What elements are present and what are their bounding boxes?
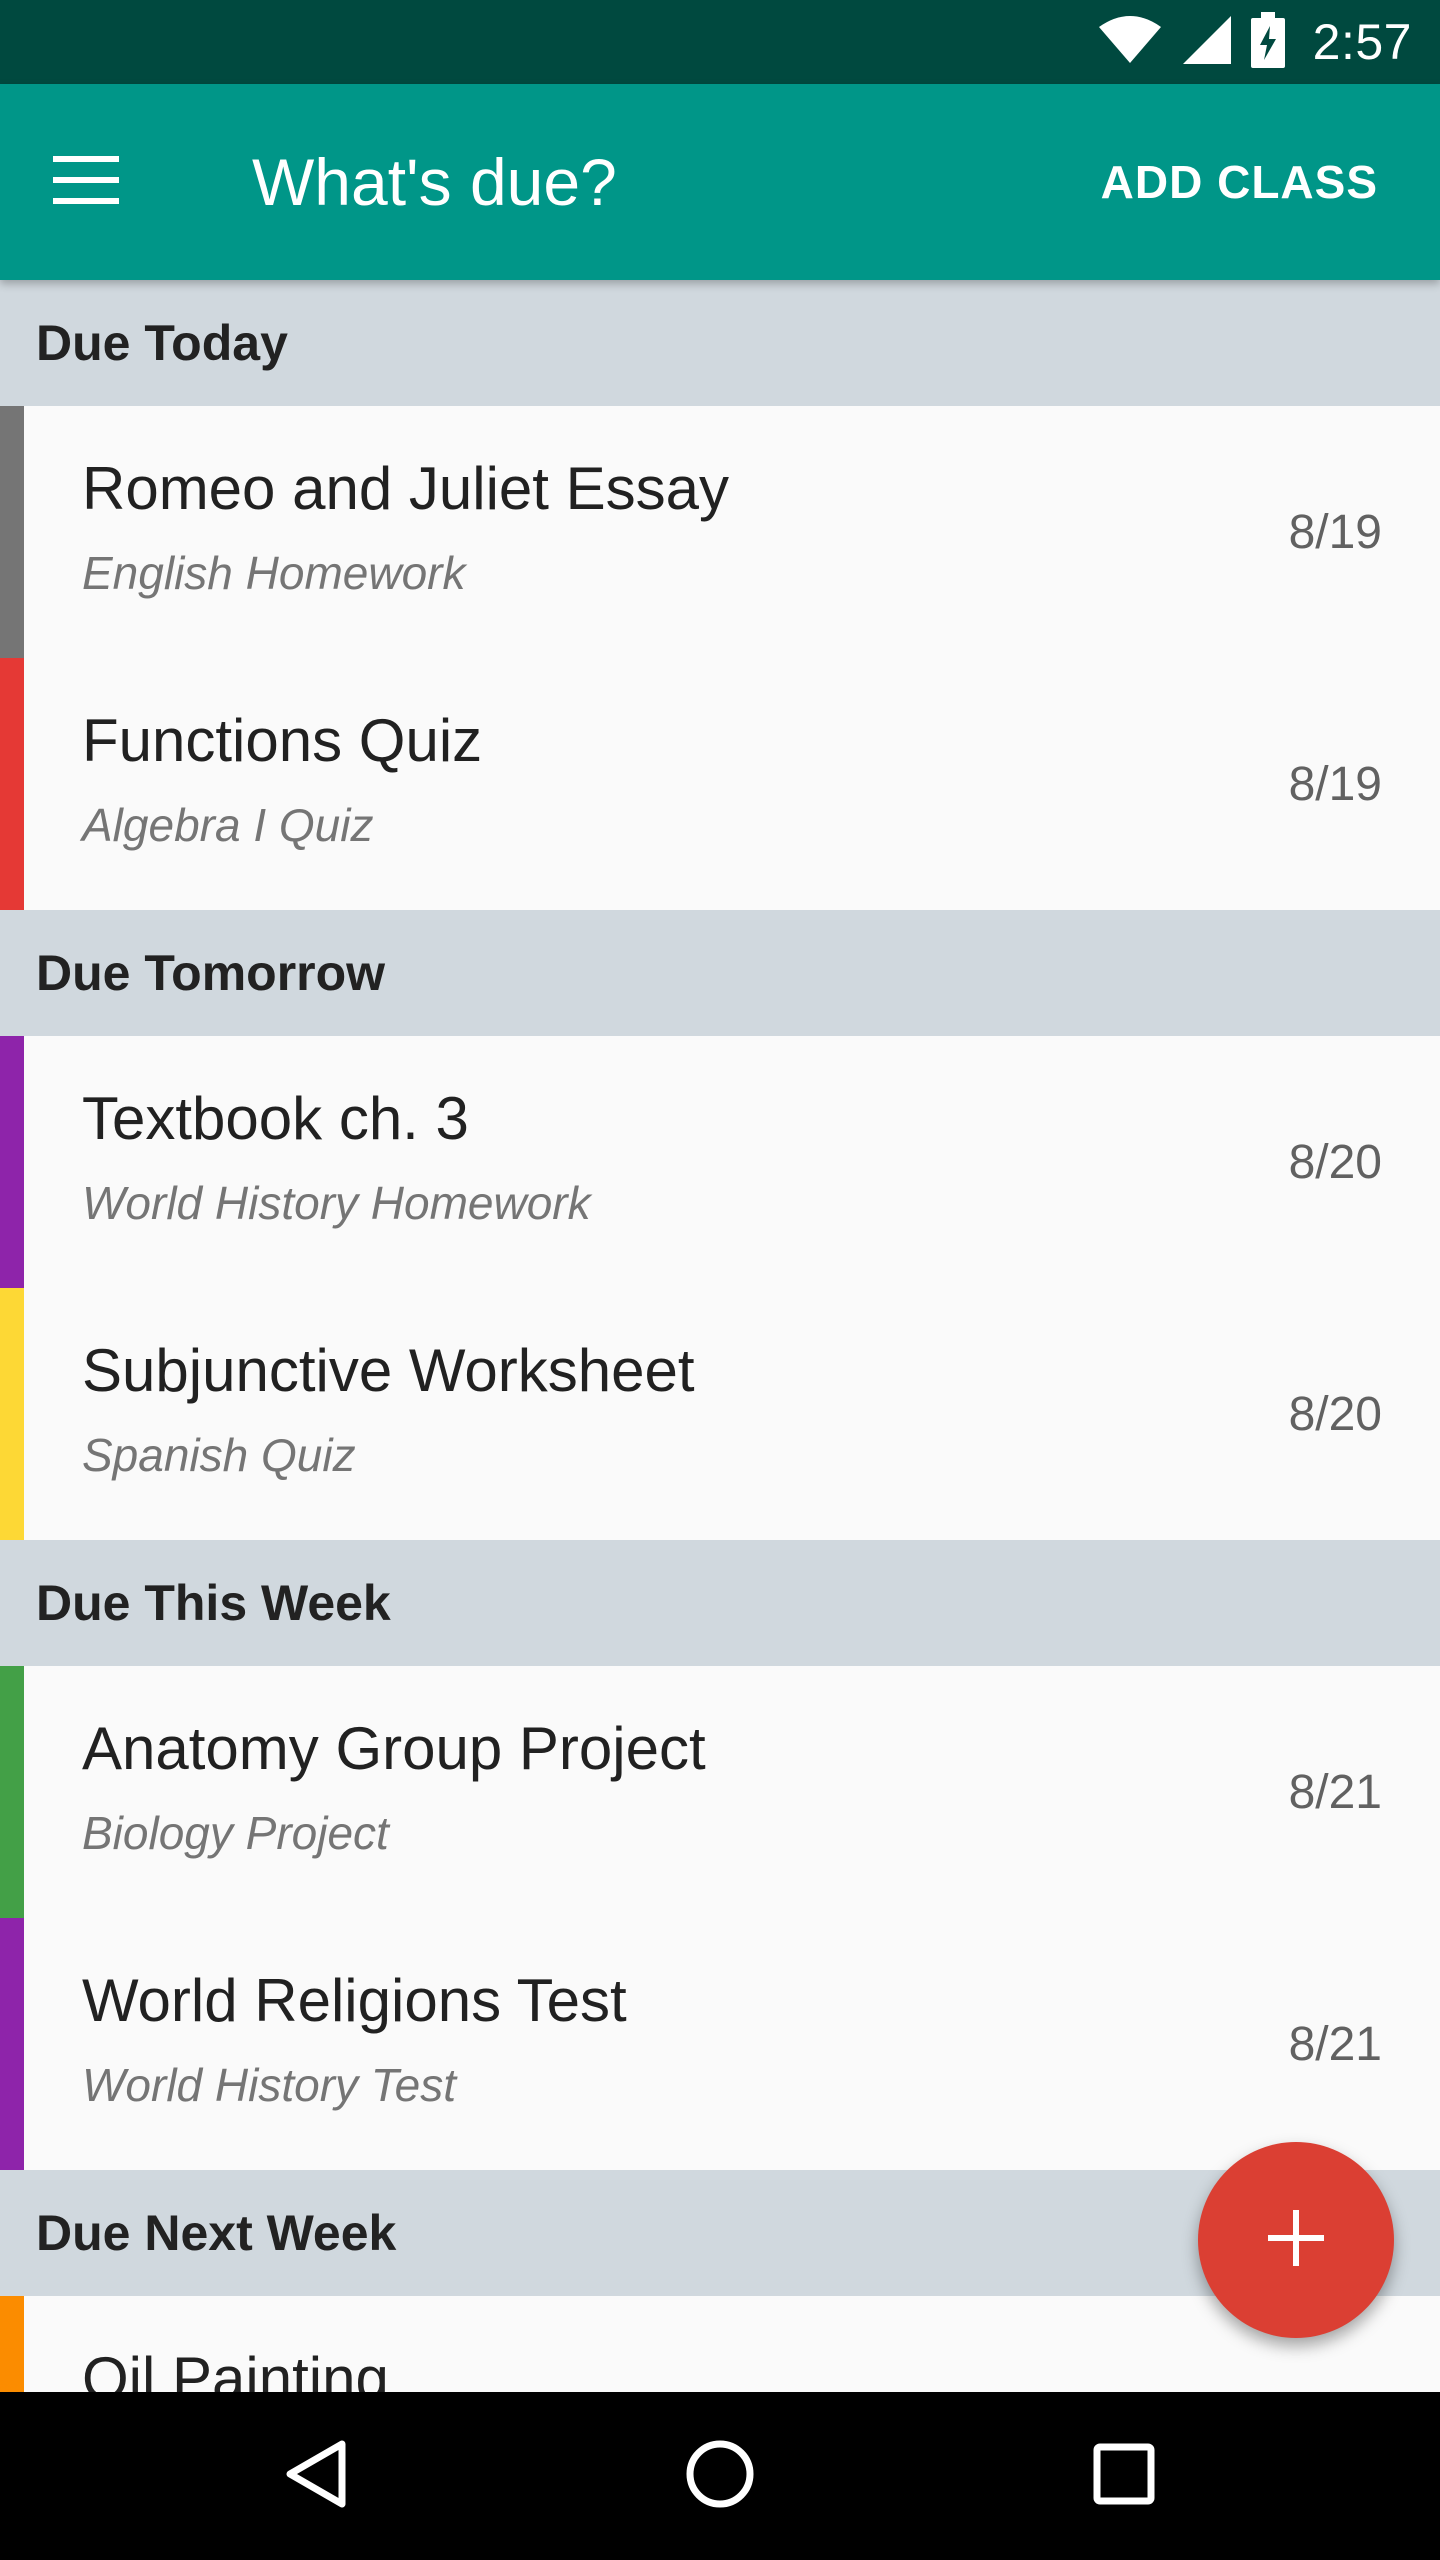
assignment-title: World Religions Test <box>82 1967 627 2034</box>
assignment-list[interactable]: Due Today Romeo and Juliet Essay English… <box>0 280 1440 2392</box>
assignment-class: Spanish Quiz <box>82 1429 356 1481</box>
home-button[interactable] <box>660 2416 780 2536</box>
status-icons: 2:57 <box>1097 0 1412 84</box>
class-color-stripe <box>0 2296 24 2392</box>
class-color-stripe <box>0 658 24 910</box>
page-title: What's due? <box>252 145 617 219</box>
section-header-due-this-week: Due This Week <box>0 1540 1440 1666</box>
assignment-title: Oil Painting <box>82 2345 389 2392</box>
recents-icon <box>1093 2443 1155 2509</box>
list-item[interactable]: Functions Quiz Algebra I Quiz 8/19 <box>0 658 1440 910</box>
home-icon <box>685 2439 755 2513</box>
assignment-due-date: 8/19 <box>1288 757 1382 811</box>
plus-icon <box>1268 2210 1324 2270</box>
system-nav-bar <box>0 2392 1440 2560</box>
assignment-title: Romeo and Juliet Essay <box>82 455 729 522</box>
battery-charging-icon <box>1250 12 1285 72</box>
assignment-title: Textbook ch. 3 <box>82 1085 469 1152</box>
assignment-title: Subjunctive Worksheet <box>82 1337 695 1404</box>
list-item[interactable]: World Religions Test World History Test … <box>0 1918 1440 2170</box>
status-time: 2:57 <box>1312 14 1412 70</box>
section-header-due-tomorrow: Due Tomorrow <box>0 910 1440 1036</box>
list-item[interactable]: Oil Painting <box>0 2296 1440 2392</box>
list-item[interactable]: Textbook ch. 3 World History Homework 8/… <box>0 1036 1440 1288</box>
status-bar: 2:57 <box>0 0 1440 84</box>
class-color-stripe <box>0 1666 24 1918</box>
app-bar: What's due? ADD CLASS <box>0 84 1440 280</box>
add-assignment-button[interactable] <box>1198 2142 1394 2338</box>
assignment-class: Algebra I Quiz <box>82 799 374 851</box>
section-header-due-today: Due Today <box>0 280 1440 406</box>
assignment-due-date: 8/20 <box>1288 1135 1382 1189</box>
assignment-due-date: 8/21 <box>1288 1765 1382 1819</box>
assignment-due-date: 8/19 <box>1288 505 1382 559</box>
menu-button[interactable] <box>38 134 134 230</box>
list-item[interactable]: Subjunctive Worksheet Spanish Quiz 8/20 <box>0 1288 1440 1540</box>
class-color-stripe <box>0 1918 24 2170</box>
class-color-stripe <box>0 1288 24 1540</box>
class-color-stripe <box>0 1036 24 1288</box>
assignment-title: Functions Quiz <box>82 707 483 774</box>
wifi-icon <box>1097 15 1163 69</box>
back-button[interactable] <box>256 2416 376 2536</box>
screen: 2:57 What's due? ADD CLASS Due Today Rom… <box>0 0 1440 2560</box>
list-item[interactable]: Anatomy Group Project Biology Project 8/… <box>0 1666 1440 1918</box>
recents-button[interactable] <box>1064 2416 1184 2536</box>
assignment-class: Biology Project <box>82 1807 389 1859</box>
assignment-title: Anatomy Group Project <box>82 1715 706 1782</box>
cell-signal-icon <box>1181 14 1233 70</box>
class-color-stripe <box>0 406 24 658</box>
assignment-due-date: 8/21 <box>1288 2017 1382 2071</box>
hamburger-menu-icon <box>53 156 119 208</box>
assignment-class: World History Homework <box>82 1177 591 1229</box>
assignment-class: World History Test <box>82 2059 457 2111</box>
list-item[interactable]: Romeo and Juliet Essay English Homework … <box>0 406 1440 658</box>
add-class-button[interactable]: ADD CLASS <box>1101 84 1378 280</box>
assignment-class: English Homework <box>82 547 466 599</box>
assignment-due-date: 8/20 <box>1288 1387 1382 1441</box>
back-icon <box>284 2439 348 2513</box>
